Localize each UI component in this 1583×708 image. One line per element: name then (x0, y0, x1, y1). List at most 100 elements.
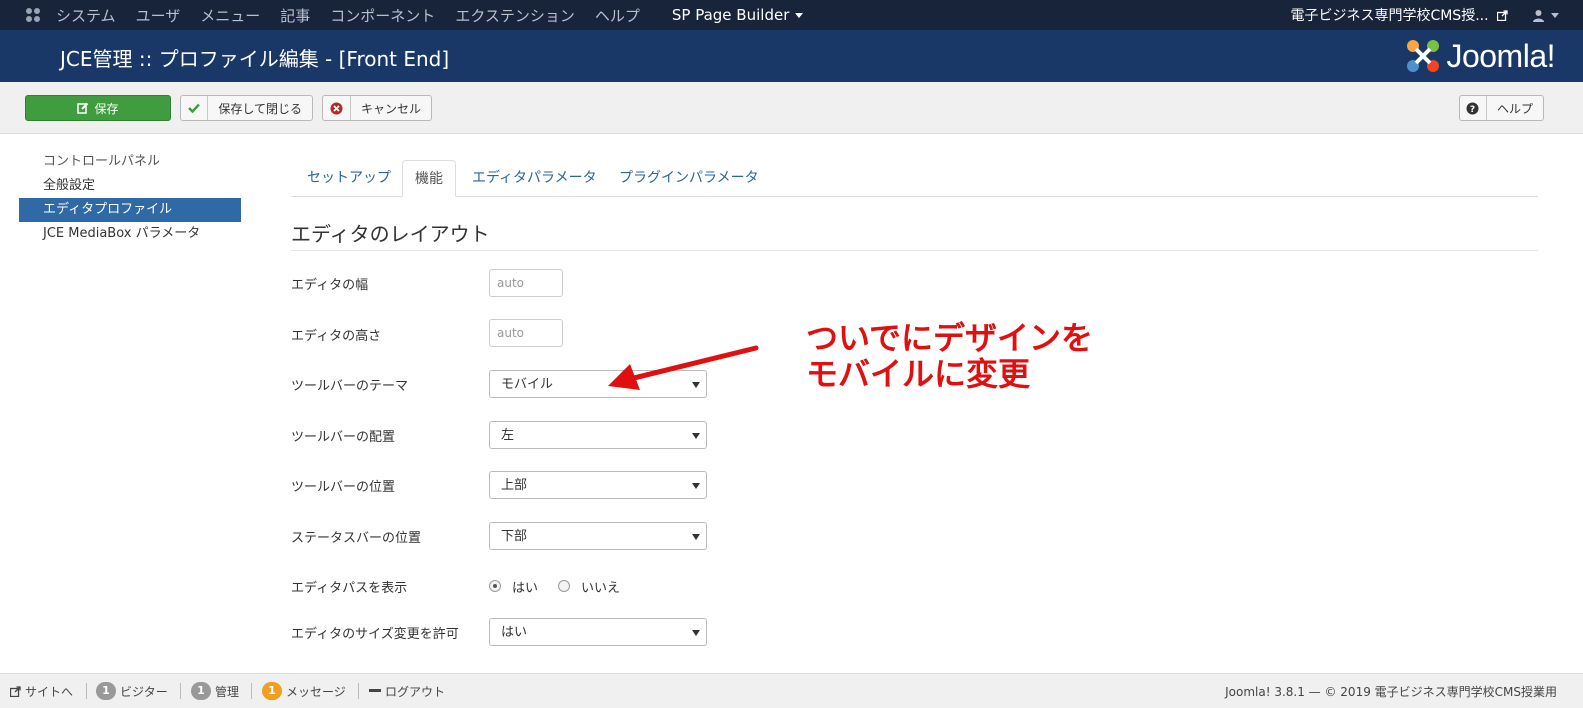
admin-count-badge: 1 (191, 682, 211, 700)
footer-separator (251, 683, 252, 699)
annotation-arrow-icon (608, 345, 759, 390)
statusbar-position-select[interactable]: 下部 (489, 522, 707, 550)
toolbar-align-select[interactable]: 左 (489, 421, 707, 449)
visitors-count-badge: 1 (96, 682, 116, 700)
cancel-label: キャンセル (360, 101, 421, 116)
statusbar-position-value: 下部 (501, 529, 528, 544)
sidebar-item-control-panel[interactable]: コントロールパネル (19, 150, 241, 174)
user-menu[interactable] (1532, 9, 1559, 22)
toolbar-theme-label: ツールバーのテーマ (291, 379, 409, 394)
editor-height-label: エディタの高さ (291, 329, 382, 344)
footer-admin-label: 管理 (215, 684, 240, 699)
save-and-close-button[interactable]: 保存して閉じる (180, 95, 313, 121)
check-icon (181, 96, 209, 120)
site-link[interactable]: 電子ビジネス専門学校CMS授... (1290, 5, 1508, 25)
external-link-icon (1496, 10, 1508, 22)
page-header: JCE管理 :: プロファイル編集 - [Front End] Joomla! (0, 30, 1583, 82)
menu-users[interactable]: ユーザ (136, 5, 181, 26)
section-divider (291, 250, 1538, 251)
section-title: エディタのレイアウト (291, 222, 490, 246)
annotation-line-1: ついでにデザインを (806, 319, 1094, 357)
footer-copyright: Joomla! 3.8.1 — © 2019 電子ビジネス専門学校CMS授業用 (1225, 684, 1557, 699)
save-and-close-label: 保存して閉じる (218, 101, 302, 116)
tab-plugin-parameters[interactable]: プラグインパラメータ (619, 160, 759, 197)
sp-page-builder-label: SP Page Builder (671, 6, 790, 24)
footer-separator (180, 683, 181, 699)
toolbar-position-value: 上部 (501, 478, 528, 493)
external-link-icon (10, 685, 21, 697)
chevron-down-icon (795, 13, 804, 18)
resize-value: はい (501, 625, 528, 640)
footer-logout-label: ログアウト (385, 684, 446, 699)
toolbar-position-label: ツールバーの位置 (291, 480, 396, 495)
footer-view-site-label: サイトへ (25, 684, 74, 699)
save-button[interactable]: 保存 (25, 95, 171, 121)
joomla-logo-icon (1407, 40, 1440, 72)
question-icon: ? (1460, 96, 1487, 120)
site-link-label: 電子ビジネス専門学校CMS授... (1290, 8, 1489, 24)
chevron-down-icon (692, 630, 700, 636)
chevron-down-icon (692, 483, 700, 489)
edit-icon (77, 102, 89, 114)
sidebar-item-mediabox-params[interactable]: JCE MediaBox パラメータ (19, 222, 241, 246)
show-path-no-radio[interactable] (558, 580, 571, 592)
show-path-yes-radio[interactable] (489, 580, 501, 592)
tab-features[interactable]: 機能 (402, 160, 456, 197)
help-label: ヘルプ (1496, 101, 1533, 116)
show-path-label: エディタパスを表示 (291, 581, 408, 596)
show-path-no-label[interactable]: いいえ (581, 577, 620, 596)
editor-height-input[interactable]: auto (489, 319, 563, 347)
statusbar-position-label: ステータスバーの位置 (291, 531, 422, 546)
user-icon (1533, 9, 1544, 22)
save-label: 保存 (94, 101, 119, 116)
action-toolbar: 保存 保存して閉じる キャンセル ? ヘルプ (0, 82, 1583, 134)
menu-sp-page-builder[interactable]: SP Page Builder (671, 6, 804, 24)
menu-components[interactable]: コンポーネント (330, 5, 435, 26)
menu-help[interactable]: ヘルプ (595, 5, 640, 26)
annotation-callout: ついでにデザインを モバイルに変更 (806, 320, 1093, 392)
toolbar-theme-value: モバイル (501, 377, 554, 392)
chevron-down-icon (692, 433, 700, 439)
annotation-line-2: モバイルに変更 (806, 355, 1031, 393)
footer-visitors-label: ビジター (120, 684, 168, 699)
help-button[interactable]: ? ヘルプ (1459, 95, 1544, 121)
joomla-wordmark: Joomla! (1446, 37, 1555, 74)
footer-logout[interactable]: ログアウト (369, 681, 445, 701)
footer-messages[interactable]: 1 メッセージ (262, 681, 346, 701)
toolbar-align-value: 左 (501, 428, 515, 443)
footer-separator (86, 683, 87, 699)
menu-system[interactable]: システム (56, 5, 116, 26)
footer-messages-label: メッセージ (286, 684, 346, 699)
admin-top-navbar: システム ユーザ メニュー 記事 コンポーネント エクステンション ヘルプ SP… (0, 0, 1583, 30)
sidebar-item-editor-profiles[interactable]: エディタプロファイル (19, 198, 241, 222)
tab-editor-parameters[interactable]: エディタパラメータ (472, 160, 597, 197)
topnav-right: 電子ビジネス専門学校CMS授... (1290, 0, 1559, 30)
chevron-down-icon (692, 534, 700, 540)
cancel-icon (323, 96, 351, 120)
toolbar-position-select[interactable]: 上部 (489, 471, 707, 499)
resize-select[interactable]: はい (489, 618, 707, 646)
tab-setup[interactable]: セットアップ (307, 160, 391, 197)
sidebar-item-global-config[interactable]: 全般設定 (19, 174, 241, 198)
svg-text:?: ? (1470, 105, 1475, 115)
menu-extensions[interactable]: エクステンション (455, 5, 575, 26)
show-path-yes-label[interactable]: はい (512, 577, 538, 596)
sidebar: コントロールパネル 全般設定 エディタプロファイル JCE MediaBox パ… (19, 150, 241, 246)
footer-admins[interactable]: 1 管理 (191, 681, 239, 701)
footer-view-site[interactable]: サイトへ (10, 681, 73, 701)
status-footer: サイトへ 1 ビジター 1 管理 1 メッセージ ログアウト Joomla! 3… (0, 673, 1583, 708)
show-path-radio-group: はい いいえ (489, 576, 620, 596)
chevron-down-icon (1551, 12, 1559, 18)
cancel-button[interactable]: キャンセル (322, 95, 432, 121)
joomla-logo: Joomla! (1404, 36, 1555, 76)
toolbar-align-label: ツールバーの配置 (291, 430, 396, 445)
menu-content[interactable]: 記事 (280, 5, 310, 26)
minus-icon (369, 689, 381, 692)
footer-visitors[interactable]: 1 ビジター (96, 681, 168, 701)
editor-width-input[interactable]: auto (489, 269, 563, 297)
messages-count-badge: 1 (262, 682, 282, 700)
joomla-menu-icon[interactable] (18, 0, 48, 30)
tab-bar: セットアップ 機能 エディタパラメータ プラグインパラメータ (291, 160, 1538, 197)
editor-width-label: エディタの幅 (291, 278, 369, 293)
menu-menus[interactable]: メニュー (200, 5, 260, 26)
